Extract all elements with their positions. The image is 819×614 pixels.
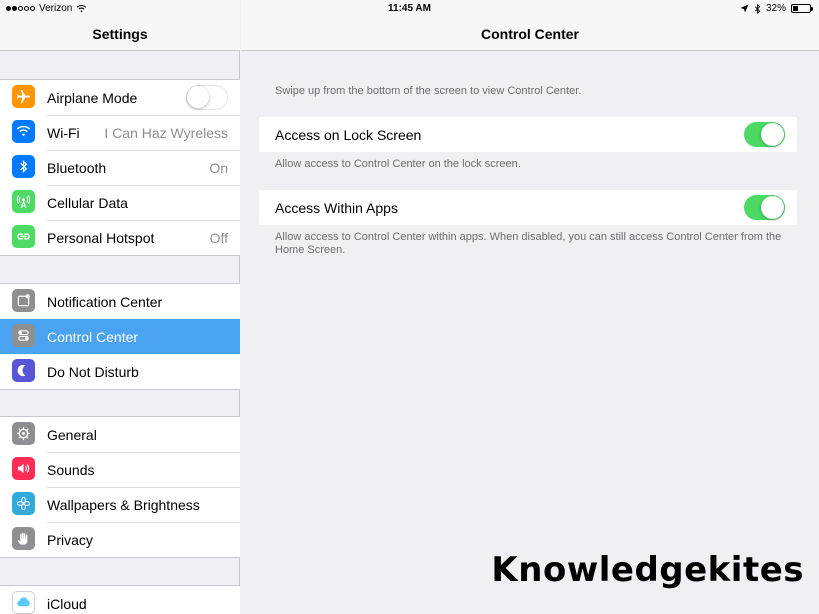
airplane-mode-toggle[interactable] <box>186 85 228 110</box>
sidebar-item-general[interactable]: General <box>0 417 240 452</box>
sidebar-item-privacy[interactable]: Privacy <box>0 522 240 557</box>
cloud-icon <box>12 591 35 614</box>
flower-icon <box>12 492 35 515</box>
lock-screen-footer: Allow access to Control Center on the lo… <box>275 158 521 170</box>
sidebar-item-personal-hotspot[interactable]: Personal Hotspot Off <box>0 220 240 255</box>
hand-icon <box>12 527 35 550</box>
sidebar-item-sounds[interactable]: Sounds <box>0 452 240 487</box>
sidebar-item-label: Sounds <box>47 461 95 478</box>
bluetooth-icon <box>12 155 35 178</box>
cellular-icon <box>12 190 35 213</box>
within-apps-footer: Allow access to Control Center within ap… <box>275 231 782 256</box>
sidebar-item-label: Notification Center <box>47 293 163 310</box>
sidebar-item-label: Control Center <box>47 328 139 345</box>
hotspot-value: Off <box>209 229 228 246</box>
sidebar-item-label: Cellular Data <box>47 194 128 211</box>
intro-text: Swipe up from the bottom of the screen t… <box>275 85 582 97</box>
battery-percent: 32% <box>765 3 786 14</box>
battery-icon <box>791 4 813 13</box>
status-bar: Verizon 11:45 AM 32% <box>0 0 819 17</box>
within-apps-toggle[interactable] <box>744 195 785 220</box>
sidebar-item-label: Bluetooth <box>47 159 107 176</box>
watermark-text: Knowledgekites <box>491 550 804 590</box>
settings-sidebar: Settings Airplane Mode Wi-Fi I Can Haz W… <box>0 0 240 614</box>
sidebar-item-label: Wallpapers & Brightness <box>47 496 200 513</box>
moon-icon <box>12 359 35 382</box>
speaker-icon <box>12 457 35 480</box>
wifi-network-value: I Can Haz Wyreless <box>104 124 228 141</box>
location-arrow-icon <box>740 4 749 13</box>
within-apps-row[interactable]: Access Within Apps <box>259 190 797 225</box>
sidebar-item-label: Personal Hotspot <box>47 229 155 246</box>
sidebar-item-label: Wi-Fi <box>47 124 80 141</box>
bluetooth-value: On <box>209 159 228 176</box>
sidebar-item-airplane-mode[interactable]: Airplane Mode <box>0 80 240 115</box>
sidebar-group-centers: Notification Center Control Center Do No… <box>0 283 240 390</box>
sidebar-item-cellular-data[interactable]: Cellular Data <box>0 185 240 220</box>
sidebar-item-label: iCloud <box>47 595 87 612</box>
sidebar-group-general: General Sounds Wallpapers & Brightness P… <box>0 416 240 558</box>
sidebar-item-label: General <box>47 426 97 443</box>
gear-icon <box>12 422 35 445</box>
page-title: Control Center <box>481 26 579 42</box>
lock-screen-label: Access on Lock Screen <box>275 126 422 143</box>
sidebar-item-control-center[interactable]: Control Center <box>0 319 240 354</box>
sidebar-item-wifi[interactable]: Wi-Fi I Can Haz Wyreless <box>0 115 240 150</box>
sidebar-item-icloud[interactable]: iCloud <box>0 586 240 614</box>
sidebar-group-accounts: iCloud <box>0 585 240 614</box>
sidebar-item-label: Privacy <box>47 531 93 548</box>
control-center-pane: Control Center Swipe up from the bottom … <box>241 0 819 614</box>
airplane-icon <box>12 85 35 108</box>
hotspot-icon <box>12 225 35 248</box>
sidebar-item-label: Do Not Disturb <box>47 363 139 380</box>
sidebar-item-bluetooth[interactable]: Bluetooth On <box>0 150 240 185</box>
status-time: 11:45 AM <box>388 3 431 14</box>
bluetooth-icon <box>754 3 761 14</box>
lock-screen-toggle[interactable] <box>744 122 785 147</box>
lock-screen-row[interactable]: Access on Lock Screen <box>259 117 797 152</box>
sidebar-title: Settings <box>92 26 148 42</box>
sidebar-item-label: Airplane Mode <box>47 89 138 106</box>
sidebar-item-do-not-disturb[interactable]: Do Not Disturb <box>0 354 240 389</box>
notification-center-icon <box>12 289 35 312</box>
sidebar-item-wallpapers-brightness[interactable]: Wallpapers & Brightness <box>0 487 240 522</box>
within-apps-label: Access Within Apps <box>275 199 398 216</box>
control-center-icon <box>12 324 35 347</box>
sidebar-group-connectivity: Airplane Mode Wi-Fi I Can Haz Wyreless B… <box>0 79 240 256</box>
sidebar-item-notification-center[interactable]: Notification Center <box>0 284 240 319</box>
wifi-icon <box>12 120 35 143</box>
